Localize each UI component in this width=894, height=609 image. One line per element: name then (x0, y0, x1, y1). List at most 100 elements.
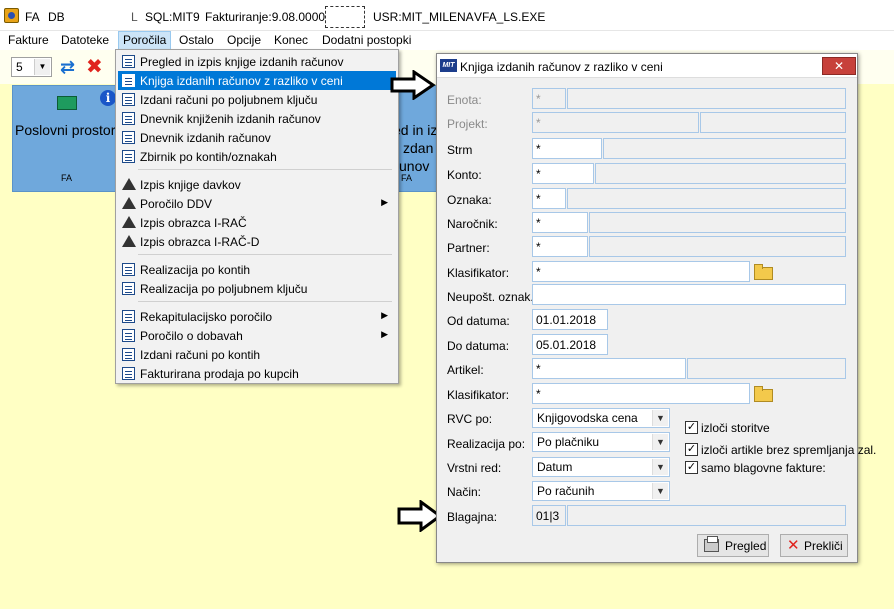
mit-logo-icon: MIT (440, 59, 457, 72)
label-artikel: Artikel: (447, 363, 484, 377)
label-strm: Strm (447, 143, 473, 157)
do-datuma-field[interactable]: 05.01.2018 (532, 334, 608, 355)
list-icon (122, 93, 135, 106)
submenu-arrow-icon: ▶ (381, 329, 388, 339)
menu-separator (138, 301, 392, 302)
arrow-right-icon (390, 70, 436, 100)
tile-knjiga[interactable]: ed in iz zdan unov FA (394, 85, 438, 192)
menu-item-realizacija-kljuc[interactable]: Realizacija po poljubnem ključu (118, 279, 396, 298)
nacin-select[interactable]: Po računih ▼ (532, 481, 670, 501)
list-icon (122, 348, 135, 361)
blagajna-field[interactable]: 01|3 (532, 505, 566, 526)
konto-field[interactable]: * (532, 163, 594, 184)
menu-item-realizacija-kontih[interactable]: Realizacija po kontih (118, 260, 396, 279)
menu-item-fakturirana-prodaja[interactable]: Fakturirana prodaja po kupcih (118, 364, 396, 383)
klasifikator-artikel-field[interactable]: * (532, 383, 750, 404)
checkbox-izloci-artikle[interactable]: ✓ (685, 443, 698, 456)
menu-item-knjiga-razlika[interactable]: Knjiga izdanih računov z razliko v ceni (118, 71, 396, 90)
artikel-name-field (687, 358, 846, 379)
label-do-datuma: Do datuma: (447, 339, 510, 353)
chevron-down-icon: ▼ (652, 483, 668, 499)
narocnik-name-field (589, 212, 846, 233)
menu-separator (138, 254, 392, 255)
title-bar: FA DB L SQL:MIT9 Fakturiranje:9.08.0000 … (0, 0, 894, 31)
tile-title: Poslovni prostor (15, 122, 116, 138)
menu-item-pregled-izpis[interactable]: Pregled in izpis knjige izdanih računov (118, 52, 396, 71)
delete-icon[interactable]: ✖ (86, 54, 103, 79)
menu-item-izdani-kontih[interactable]: Izdani računi po kontih (118, 345, 396, 364)
neupost-oznak-field[interactable] (532, 284, 846, 305)
menu-konec[interactable]: Konec (274, 33, 308, 47)
menu-item-dobavah[interactable]: Poročilo o dobavah ▶ (118, 326, 396, 345)
label-konto: Konto: (447, 168, 482, 182)
preklici-button[interactable]: ✕ Prekliči (780, 534, 848, 557)
menu-datoteke[interactable]: Datoteke (61, 33, 109, 47)
menu-bar: Fakture Datoteke Poročila Ostalo Opcije … (0, 31, 894, 50)
cancel-icon: ✕ (787, 537, 800, 554)
refresh-icon[interactable]: ⇄ (60, 57, 75, 78)
menu-item-rekapitulacijsko[interactable]: Rekapitulacijsko poročilo ▶ (118, 307, 396, 326)
menu-separator (138, 169, 392, 170)
sql-label: SQL:MIT9 (145, 10, 200, 24)
klasifikator-field[interactable]: * (532, 261, 750, 282)
submenu-arrow-icon: ▶ (381, 310, 388, 320)
chevron-down-icon: ▼ (34, 59, 50, 75)
label-samo-blagovne: samo blagovne fakture: (701, 461, 826, 475)
label-partner: Partner: (447, 241, 490, 255)
realizacija-po-select[interactable]: Po plačniku ▼ (532, 432, 670, 452)
oznaka-field[interactable]: * (532, 188, 566, 209)
projekt-field[interactable]: * (532, 112, 699, 133)
menu-item-zbirnik[interactable]: Zbirnik po kontih/oznakah (118, 147, 396, 166)
list-icon (122, 131, 135, 144)
menu-dodatni-postopki[interactable]: Dodatni postopki (322, 33, 411, 47)
checkbox-izloci-storitve[interactable]: ✓ (685, 421, 698, 434)
menu-item-dnevnik-knjizenih[interactable]: Dnevnik knjiženih izdanih računov (118, 109, 396, 128)
artikel-field[interactable]: * (532, 358, 686, 379)
vrstni-red-select[interactable]: Datum ▼ (532, 457, 670, 477)
od-datuma-field[interactable]: 01.01.2018 (532, 309, 608, 330)
printer-icon (704, 536, 719, 552)
menu-opcije[interactable]: Opcije (227, 33, 261, 47)
label-rvc-po: RVC po: (447, 412, 493, 426)
tile-title-line3: unov (399, 158, 430, 174)
rvc-po-select[interactable]: Knjigovodska cena ▼ (532, 408, 670, 428)
list-icon (122, 310, 135, 323)
durs-icon (122, 178, 136, 191)
pregled-button[interactable]: Pregled (697, 534, 769, 557)
menu-porocila[interactable]: Poročila (118, 31, 172, 50)
knjiga-dialog: MIT Knjiga izdanih računov z razliko v c… (436, 53, 876, 563)
chevron-down-icon: ▼ (652, 410, 668, 426)
narocnik-field[interactable]: * (532, 212, 588, 233)
tile-title-line2: zdan (403, 140, 434, 156)
label-projekt: Projekt: (447, 117, 488, 131)
label-vrstni-red: Vrstni red: (447, 461, 502, 475)
menu-item-dnevnik-izdanih[interactable]: Dnevnik izdanih računov (118, 128, 396, 147)
menu-fakture[interactable]: Fakture (8, 33, 49, 47)
label-oznaka: Oznaka: (447, 193, 492, 207)
count-select[interactable]: 5 ▼ (11, 57, 52, 77)
folder-icon[interactable] (754, 264, 773, 280)
menu-item-izpis-knjige-davkov[interactable]: Izpis knjige davkov (118, 175, 396, 194)
chevron-down-icon: ▼ (652, 434, 668, 450)
strm-name-field (603, 138, 846, 159)
info-icon[interactable]: i (100, 90, 116, 106)
close-button[interactable]: ✕ (822, 57, 856, 75)
menu-ostalo[interactable]: Ostalo (179, 33, 214, 47)
menu-item-i-rac-d[interactable]: Izpis obrazca I-RAČ-D (118, 232, 396, 251)
menu-item-izdani-kljuc[interactable]: Izdani računi po poljubnem ključu (118, 90, 396, 109)
blagajna-name-field (567, 505, 846, 526)
durs-icon (122, 197, 136, 210)
strm-field[interactable]: * (532, 138, 602, 159)
chevron-down-icon: ▼ (652, 459, 668, 475)
menu-item-i-rac[interactable]: Izpis obrazca I-RAČ (118, 213, 396, 232)
partner-field[interactable]: * (532, 236, 588, 257)
enota-field[interactable]: * (532, 88, 566, 109)
menu-item-porocilo-ddv[interactable]: Poročilo DDV ▶ (118, 194, 396, 213)
tile-title-line1: ed in iz (394, 122, 438, 138)
folder-icon[interactable] (754, 386, 773, 402)
list-icon (122, 329, 135, 342)
label-neupost-oznak: Neupošt. oznak.: (447, 290, 538, 304)
porocila-dropdown: Pregled in izpis knjige izdanih računov … (115, 49, 399, 384)
label-od-datuma: Od datuma: (447, 314, 510, 328)
checkbox-samo-blagovne[interactable]: ✓ (685, 461, 698, 474)
